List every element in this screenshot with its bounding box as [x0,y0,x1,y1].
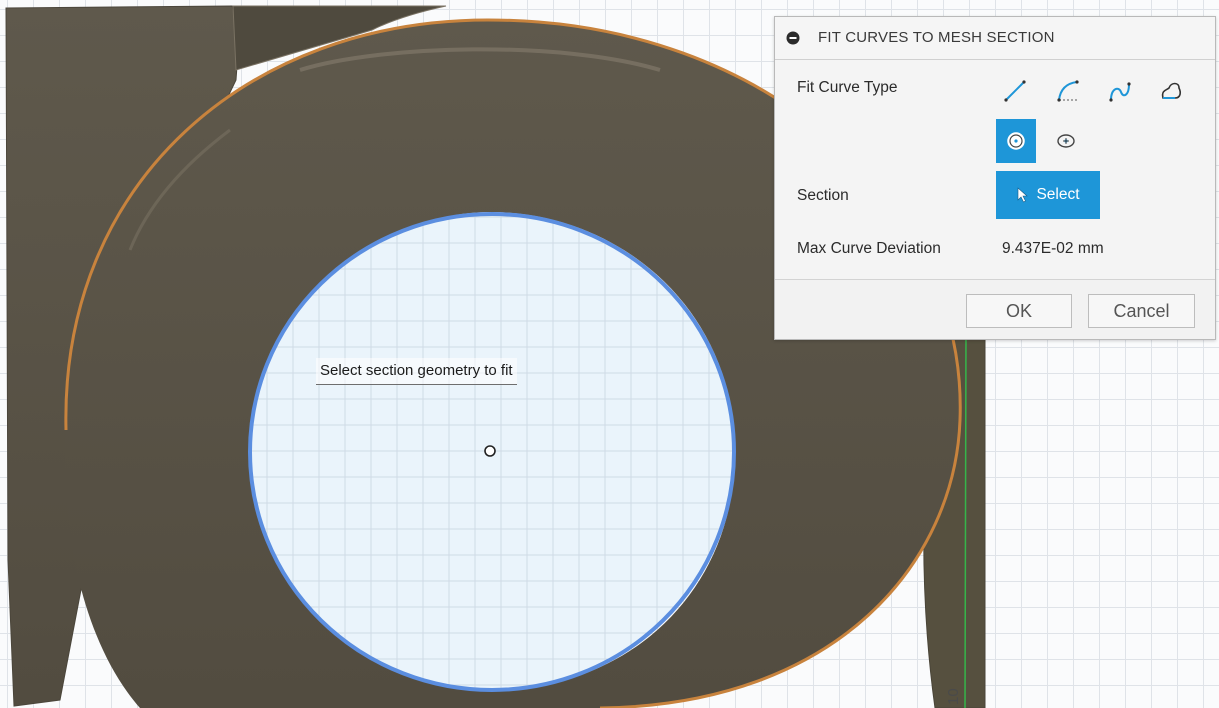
hint-tooltip: Select section geometry to fit [316,358,517,385]
spline-icon [1109,82,1131,102]
fit-type-closed-spline-button[interactable] [1151,69,1191,113]
line-icon [1004,80,1026,102]
collapse-icon[interactable] [786,31,800,45]
cancel-button[interactable]: Cancel [1088,294,1195,328]
cursor-arrow-icon [1018,187,1029,203]
dialog-footer: OK Cancel [775,279,1215,339]
max-deviation-label: Max Curve Deviation [797,240,941,257]
dialog-header: FIT CURVES TO MESH SECTION [775,17,1215,60]
axis-line [964,329,967,708]
fit-curve-type-label: Fit Curve Type [797,79,898,96]
center-point[interactable] [484,445,496,457]
ellipse-center-icon [1057,134,1075,148]
fit-curves-dialog: FIT CURVES TO MESH SECTION Fit Curve Typ… [774,16,1216,340]
max-deviation-value: 9.437E-02 mm [1002,240,1104,257]
arc-icon [1057,80,1079,102]
circle-center-icon [1007,132,1025,150]
select-button-label: Select [1036,186,1080,203]
fit-type-line-button[interactable] [995,69,1035,113]
section-select-button[interactable]: Select [996,171,1100,219]
fit-type-spline-button[interactable] [1101,69,1141,113]
section-label: Section [797,187,849,204]
corner-digit: 10 [945,688,962,705]
closed-spline-icon [1161,82,1181,99]
dialog-title: FIT CURVES TO MESH SECTION [818,29,1055,46]
ok-button[interactable]: OK [966,294,1072,328]
fit-type-ellipse-button[interactable] [1046,119,1086,163]
fit-type-arc-button[interactable] [1049,69,1089,113]
fit-type-circle-button[interactable] [996,119,1036,163]
